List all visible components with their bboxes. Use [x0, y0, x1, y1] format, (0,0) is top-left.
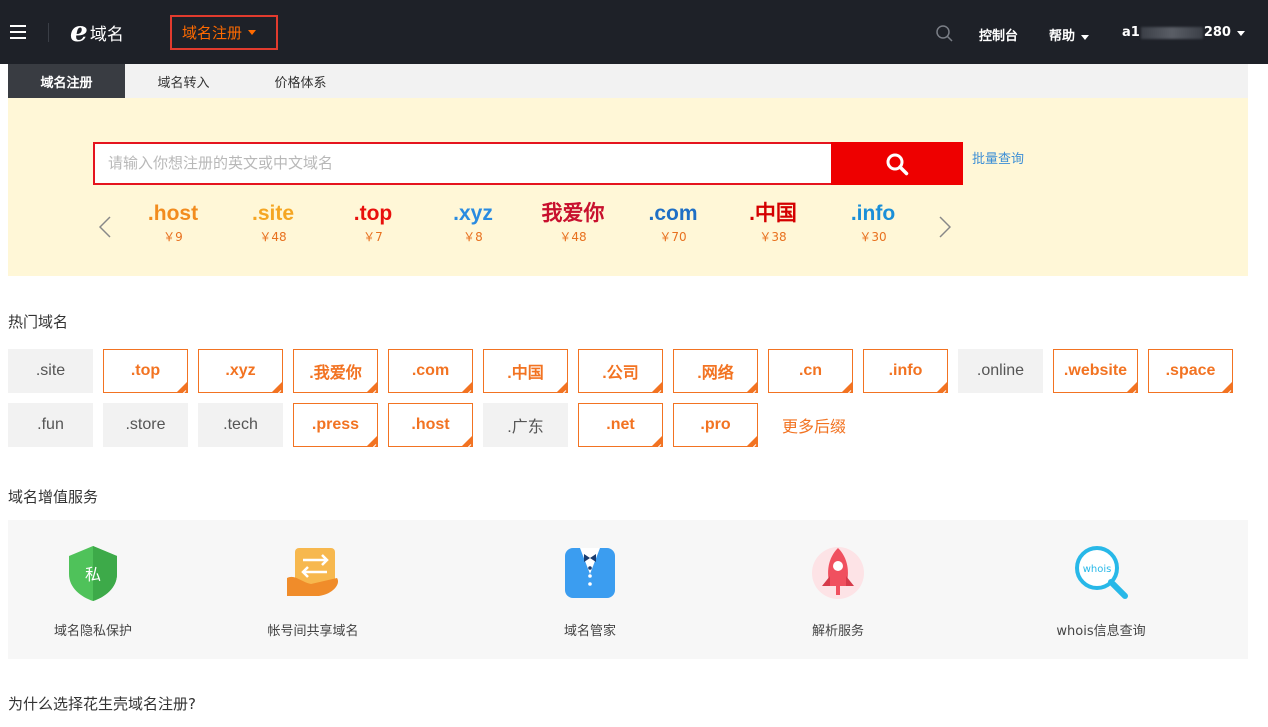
featured-tld-price: ￥70 — [659, 230, 687, 244]
featured-tld-name: .com — [648, 202, 698, 225]
featured-tld[interactable]: .host ￥9 — [123, 202, 223, 245]
domain-registration-menu-label: 域名注册 — [182, 24, 243, 42]
service-label: whois信息查询 — [1056, 624, 1146, 639]
service-privacy[interactable]: 私 域名隐私保护 — [0, 520, 193, 659]
hot-domain-item[interactable]: .site — [8, 349, 93, 393]
hot-domain-item[interactable]: .pro — [673, 403, 758, 447]
privacy-shield-icon: 私 — [69, 546, 117, 601]
hot-domain-item[interactable]: .store — [103, 403, 188, 447]
chevron-left-icon[interactable] — [99, 216, 111, 238]
share-domain-icon — [287, 548, 339, 596]
batch-query-link[interactable]: 批量查询 — [972, 148, 1024, 167]
search-icon — [886, 153, 909, 175]
domain-search-input[interactable] — [93, 142, 831, 185]
featured-tld-name: .site — [251, 202, 295, 225]
featured-tld[interactable]: .top ￥7 — [323, 202, 423, 245]
hot-domain-item[interactable]: .net — [578, 403, 663, 447]
dns-rocket-icon — [812, 547, 864, 599]
featured-tld-price: ￥48 — [259, 230, 287, 244]
hot-domain-item[interactable]: .我爱你 — [293, 349, 378, 393]
featured-tld-price: ￥8 — [463, 230, 483, 244]
masked-account-text — [1140, 26, 1203, 39]
service-label: 解析服务 — [811, 624, 864, 639]
why-choose-title: 为什么选择花生壳域名注册? — [8, 695, 196, 713]
caret-down-icon — [248, 30, 257, 35]
featured-tld-name: .xyz — [453, 202, 493, 225]
services-title: 域名增值服务 — [8, 488, 99, 506]
service-label: 域名管家 — [563, 624, 616, 639]
domain-butler-icon — [565, 548, 615, 598]
chevron-right-icon[interactable] — [939, 216, 951, 238]
featured-tld[interactable]: .xyz ￥8 — [423, 202, 523, 245]
hot-domain-item[interactable]: .press — [293, 403, 378, 447]
hamburger-menu-icon[interactable] — [10, 25, 26, 39]
privacy-badge-text: 私 — [85, 565, 101, 584]
hot-domain-item[interactable]: .tech — [198, 403, 283, 447]
account-name-prefix: a1 — [1122, 25, 1140, 40]
nav-divider — [48, 23, 49, 42]
tab-bar: 域名注册 域名转入 价格体系 — [8, 64, 1248, 98]
featured-tld[interactable]: .site ￥48 — [223, 202, 323, 245]
help-menu[interactable]: 帮助 — [1049, 25, 1090, 44]
hot-domain-item[interactable]: .fun — [8, 403, 93, 447]
featured-tld[interactable]: .中国 ￥38 — [723, 202, 823, 245]
service-whois[interactable]: whois whois信息查询 — [1001, 520, 1201, 659]
logo-e-icon: e — [70, 15, 88, 48]
featured-tld-price: ￥9 — [163, 230, 183, 244]
console-link[interactable]: 控制台 — [979, 25, 1018, 44]
featured-tld[interactable]: .info ￥30 — [823, 202, 923, 245]
service-label: 帐号间共享域名 — [267, 624, 359, 639]
service-share-domain[interactable]: 帐号间共享域名 — [213, 520, 413, 659]
help-menu-label: 帮助 — [1049, 29, 1076, 44]
tab-domain-transfer[interactable]: 域名转入 — [125, 64, 242, 98]
logo[interactable]: e 域名 — [70, 17, 124, 47]
hot-domain-item[interactable]: .website — [1053, 349, 1138, 393]
featured-tld-name: 我爱你 — [541, 202, 605, 225]
hot-domain-item[interactable]: .cn — [768, 349, 853, 393]
featured-tld-name: .top — [353, 202, 393, 225]
hot-domain-item[interactable]: .公司 — [578, 349, 663, 393]
services-panel: 私 域名隐私保护 帐号间共享域名 域名管家 解析服务 whois whois信息… — [8, 520, 1248, 659]
hot-domains-title: 热门域名 — [8, 313, 69, 331]
featured-tld-price: ￥30 — [859, 230, 887, 244]
hot-domain-item[interactable]: .网络 — [673, 349, 758, 393]
search-icon[interactable] — [936, 25, 953, 42]
search-button[interactable] — [831, 142, 963, 185]
featured-tld-name: .中国 — [749, 202, 797, 225]
featured-tld-name: .info — [850, 202, 896, 225]
logo-text: 域名 — [89, 24, 124, 45]
featured-tld[interactable]: .com ￥70 — [623, 202, 723, 245]
hot-domain-item[interactable]: .space — [1148, 349, 1233, 393]
domain-registration-menu[interactable]: 域名注册 — [170, 15, 278, 50]
tab-pricing[interactable]: 价格体系 — [242, 64, 359, 98]
featured-tld-name: .host — [147, 202, 199, 225]
search-banner: 批量查询 .host ￥9 .site ￥48 .top ￥7 .xyz ￥8 我爱你 ￥48 .c… — [8, 98, 1248, 276]
more-suffix-link[interactable]: 更多后缀 — [782, 413, 846, 437]
account-menu[interactable]: a1 280 — [1122, 25, 1245, 40]
caret-down-icon — [1236, 31, 1245, 36]
service-domain-butler[interactable]: 域名管家 — [490, 520, 690, 659]
whois-search-icon: whois — [1075, 546, 1128, 599]
whois-badge-text: whois — [1083, 564, 1112, 575]
hot-domain-item[interactable]: .广东 — [483, 403, 568, 447]
hot-domain-item[interactable]: .xyz — [198, 349, 283, 393]
service-dns[interactable]: 解析服务 — [738, 520, 938, 659]
hot-domain-item[interactable]: .online — [958, 349, 1043, 393]
hot-domain-item[interactable]: .top — [103, 349, 188, 393]
hot-domain-item[interactable]: .com — [388, 349, 473, 393]
service-label: 域名隐私保护 — [53, 624, 132, 639]
featured-tld-price: ￥48 — [559, 230, 587, 244]
hot-domain-item[interactable]: .中国 — [483, 349, 568, 393]
featured-tld[interactable]: 我爱你 ￥48 — [523, 202, 623, 245]
featured-tld-price: ￥38 — [759, 230, 787, 244]
caret-down-icon — [1081, 35, 1090, 40]
featured-tld-price: ￥7 — [363, 230, 383, 244]
hot-domain-item[interactable]: .host — [388, 403, 473, 447]
hot-domain-item[interactable]: .info — [863, 349, 948, 393]
account-name-suffix: 280 — [1203, 25, 1231, 40]
tab-domain-register[interactable]: 域名注册 — [8, 64, 125, 98]
top-navbar: e 域名 域名注册 控制台 帮助 a1 280 — [0, 0, 1268, 64]
